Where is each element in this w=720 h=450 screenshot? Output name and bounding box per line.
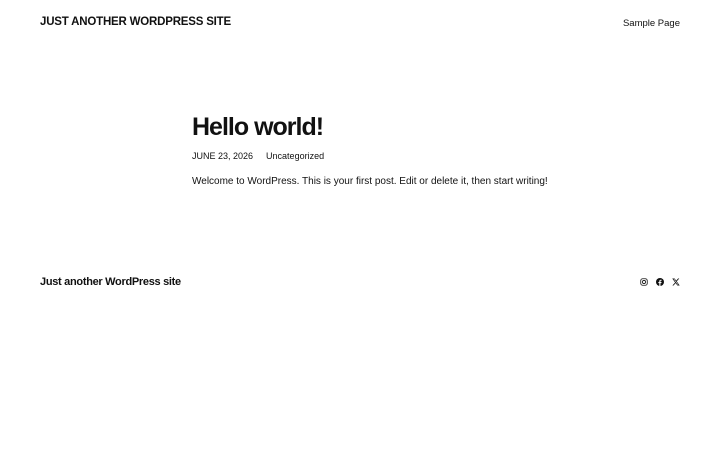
post-content: Welcome to WordPress. This is your first… <box>192 176 548 187</box>
nav-item-sample-page[interactable]: Sample Page <box>623 18 680 29</box>
instagram-icon[interactable] <box>640 278 648 286</box>
site-footer: Just another WordPress site <box>40 274 680 290</box>
post-meta: JUNE 23, 2026 Uncategorized <box>192 150 612 162</box>
meta-separator <box>258 155 261 158</box>
page: JUST ANOTHER WORDPRESS SITE Sample Page … <box>0 0 720 450</box>
social-links <box>640 278 680 286</box>
x-icon[interactable] <box>672 278 680 286</box>
post-date: JUNE 23, 2026 <box>192 151 254 161</box>
primary-navigation: Sample Page <box>623 13 680 31</box>
post: Hello world! JUNE 23, 2026 Uncategorized… <box>192 112 612 189</box>
footer-site-title-link[interactable]: Just another WordPress site <box>40 276 181 288</box>
site-header: JUST ANOTHER WORDPRESS SITE Sample Page <box>40 14 680 30</box>
post-category-link[interactable]: Uncategorized <box>266 150 324 162</box>
facebook-icon[interactable] <box>656 278 664 286</box>
site-title-link[interactable]: JUST ANOTHER WORDPRESS SITE <box>40 16 231 28</box>
post-title[interactable]: Hello world! <box>192 112 612 142</box>
